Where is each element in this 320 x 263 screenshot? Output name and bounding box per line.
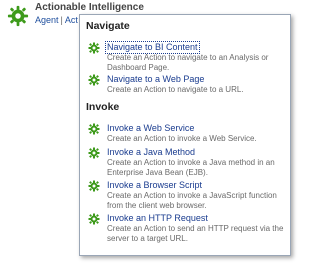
gear-icon bbox=[88, 42, 100, 54]
gear-icon bbox=[88, 147, 100, 159]
gear-icon bbox=[88, 123, 100, 135]
actions-link[interactable]: Act bbox=[65, 15, 78, 25]
menu-item-label[interactable]: Navigate to a Web Page bbox=[105, 73, 206, 85]
menu-item-description: Create an Action to invoke a JavaScript … bbox=[107, 191, 277, 210]
gear-icon bbox=[88, 213, 100, 225]
agent-link[interactable]: Agent bbox=[35, 15, 59, 25]
new-action-menu: Navigate Navigate to BI Content Create a… bbox=[79, 14, 291, 256]
menu-item-description: Create an Action to invoke a Java method… bbox=[107, 158, 275, 177]
menu-item-label[interactable]: Invoke a Web Service bbox=[105, 122, 196, 134]
menu-item-label[interactable]: Invoke a Browser Script bbox=[105, 179, 204, 191]
menu-item-description: Create an Action to navigate to a URL. bbox=[107, 85, 244, 94]
menu-item-description: Create an Action to send an HTTP request… bbox=[107, 224, 284, 243]
menu-item-label[interactable]: Invoke an HTTP Request bbox=[105, 212, 210, 224]
section-title-invoke: Invoke bbox=[86, 101, 120, 113]
menu-item-description: Create an Action to navigate to an Analy… bbox=[107, 53, 269, 72]
gear-icon bbox=[7, 5, 29, 27]
app-links: Agent | Act bbox=[35, 15, 78, 25]
page: Actionable Intelligence Agent | Act Naviga… bbox=[0, 0, 300, 263]
menu-item-label[interactable]: Invoke a Java Method bbox=[105, 146, 197, 158]
gear-icon bbox=[88, 74, 100, 86]
gear-icon bbox=[88, 180, 100, 192]
section-title-navigate: Navigate bbox=[86, 20, 130, 32]
menu-item-description: Create an Action to invoke a Web Service… bbox=[107, 134, 257, 143]
app-title: Actionable Intelligence bbox=[35, 2, 144, 13]
